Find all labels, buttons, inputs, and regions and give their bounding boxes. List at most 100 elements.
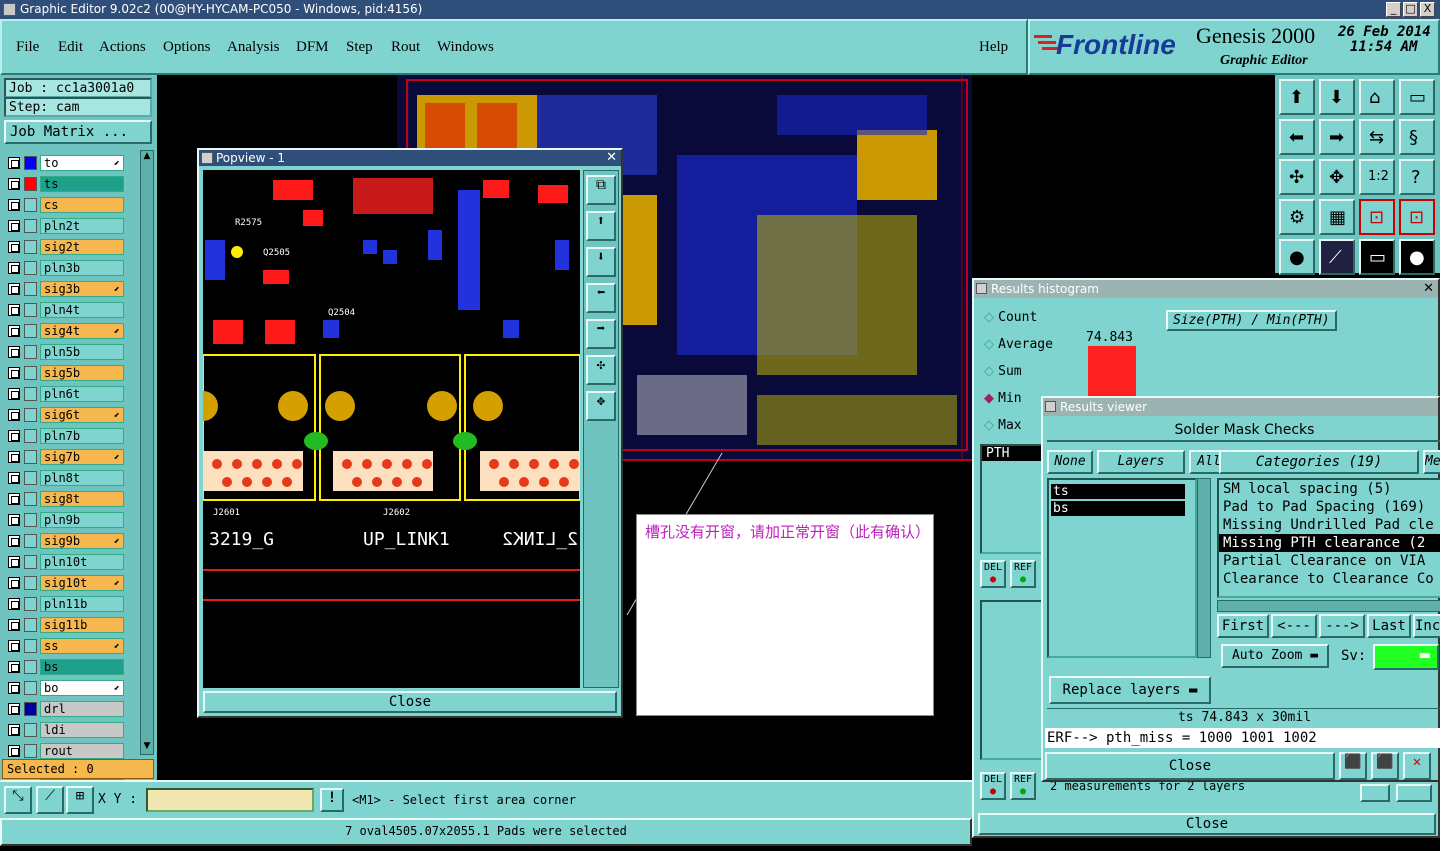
layer-checkbox[interactable] bbox=[8, 682, 20, 694]
alert-button[interactable]: ! bbox=[320, 788, 344, 812]
layer-color-swatch[interactable] bbox=[24, 408, 37, 422]
layer-checkbox[interactable] bbox=[8, 283, 20, 295]
layer-row[interactable]: ldi bbox=[8, 722, 126, 738]
layer-row[interactable]: pln10t bbox=[8, 554, 126, 570]
popview-pan-up-button[interactable]: ⬆ bbox=[586, 211, 616, 241]
settings-tool-button[interactable]: ⚙ bbox=[1279, 199, 1315, 235]
category-item[interactable]: Missing Undrilled Pad cle bbox=[1219, 516, 1440, 534]
right-tool-button[interactable]: ➡ bbox=[1319, 119, 1355, 155]
categories-button[interactable]: Categories (19) bbox=[1219, 450, 1419, 474]
layer-color-swatch[interactable] bbox=[24, 660, 37, 674]
home-up-tool-button[interactable]: ⬆ bbox=[1279, 79, 1315, 115]
layer-checkbox[interactable] bbox=[8, 493, 20, 505]
layer-checkbox[interactable] bbox=[8, 661, 20, 673]
layer-row[interactable]: sig4t ⬋ bbox=[8, 323, 126, 339]
sv-selector[interactable]: ▬ bbox=[1373, 644, 1439, 670]
layer-row[interactable]: pln6t bbox=[8, 386, 126, 402]
delete-result-button[interactable]: ✕ bbox=[1403, 752, 1431, 780]
measure-button[interactable]: Me bbox=[1423, 450, 1440, 474]
layer-name[interactable]: sig8t bbox=[40, 491, 124, 507]
measure-tool-button[interactable]: ⟋ bbox=[36, 786, 64, 814]
grid-tool-button[interactable]: ▦ bbox=[1319, 199, 1355, 235]
layer-row[interactable]: pln3b bbox=[8, 260, 126, 276]
layer-color-swatch[interactable] bbox=[24, 303, 37, 317]
layer-name[interactable]: ldi bbox=[40, 722, 124, 738]
next-button[interactable]: ---> bbox=[1319, 614, 1365, 638]
layer-name[interactable]: pln8t bbox=[40, 470, 124, 486]
layer-name[interactable]: pln9b bbox=[40, 512, 124, 528]
layer-color-swatch[interactable] bbox=[24, 555, 37, 569]
layer-row[interactable]: sig6t ⬋ bbox=[8, 407, 126, 423]
layer-color-swatch[interactable] bbox=[24, 597, 37, 611]
layer-color-swatch[interactable] bbox=[24, 345, 37, 359]
layer-row[interactable]: pln7b bbox=[8, 428, 126, 444]
xy-input[interactable] bbox=[146, 788, 314, 812]
popview-pan-left-button[interactable]: ⬅ bbox=[586, 283, 616, 313]
layer-color-swatch[interactable] bbox=[24, 492, 37, 506]
layer-name[interactable]: sig9b ⬋ bbox=[40, 533, 124, 549]
layer-name[interactable]: sig11b bbox=[40, 617, 124, 633]
layer-name[interactable]: ss ⬋ bbox=[40, 638, 124, 654]
popview-close-icon[interactable]: ✕ bbox=[606, 150, 617, 166]
close-window-button[interactable]: X bbox=[1420, 2, 1435, 17]
layer-checkbox[interactable] bbox=[8, 346, 20, 358]
layer-color-swatch[interactable] bbox=[24, 156, 37, 170]
menu-actions[interactable]: Actions bbox=[99, 39, 146, 56]
layer-row[interactable]: sig2t bbox=[8, 239, 126, 255]
layer-color-swatch[interactable] bbox=[24, 576, 37, 590]
layer-name[interactable]: pln2t bbox=[40, 218, 124, 234]
viewer-close-button[interactable]: Close bbox=[1045, 752, 1335, 780]
layer-checkbox[interactable] bbox=[8, 556, 20, 568]
layer-color-swatch[interactable] bbox=[24, 744, 37, 758]
layer-row[interactable]: pln5b bbox=[8, 344, 126, 360]
layer-color-swatch[interactable] bbox=[24, 450, 37, 464]
layer-select-tool-button[interactable]: ⊡ bbox=[1359, 199, 1395, 235]
layer-list-scrollbar[interactable]: ▲ ▼ bbox=[140, 150, 154, 755]
layer-color-swatch[interactable] bbox=[24, 681, 37, 695]
maximize-button[interactable]: □ bbox=[1403, 2, 1418, 17]
layer-color-swatch[interactable] bbox=[24, 702, 37, 716]
menu-dfm[interactable]: DFM bbox=[296, 39, 329, 56]
layer-row[interactable]: pln9b bbox=[8, 512, 126, 528]
minimize-button[interactable]: _ bbox=[1386, 2, 1401, 17]
small-square-button-2[interactable] bbox=[1396, 784, 1432, 802]
category-item[interactable]: SM local spacing (5) bbox=[1219, 480, 1440, 498]
layer-checkbox[interactable] bbox=[8, 409, 20, 421]
layer-name[interactable]: sig10t ⬋ bbox=[40, 575, 124, 591]
option-count[interactable]: ◇ Count bbox=[984, 310, 1037, 325]
layer-row[interactable]: ss ⬋ bbox=[8, 638, 126, 654]
histogram-close-icon[interactable]: ✕ bbox=[1423, 280, 1434, 298]
layer-checkbox[interactable] bbox=[8, 430, 20, 442]
window-tool-button[interactable]: ▭ bbox=[1399, 79, 1435, 115]
snap-tool-button[interactable]: ● bbox=[1279, 239, 1315, 275]
layer-color-swatch[interactable] bbox=[24, 240, 37, 254]
layers-button[interactable]: Layers bbox=[1097, 450, 1185, 474]
layer-checkbox[interactable] bbox=[8, 199, 20, 211]
layer-checkbox[interactable] bbox=[8, 325, 20, 337]
del-button[interactable]: DEL ● bbox=[980, 560, 1006, 588]
histogram-list-2[interactable] bbox=[980, 600, 1044, 760]
menu-analysis[interactable]: Analysis bbox=[227, 39, 280, 56]
popview-zoom-out-button[interactable]: ✣ bbox=[586, 355, 616, 385]
menu-edit[interactable]: Edit bbox=[58, 39, 83, 56]
job-matrix-button[interactable]: Job Matrix ... bbox=[4, 120, 152, 144]
layer-color-swatch[interactable] bbox=[24, 282, 37, 296]
layer-checkbox[interactable] bbox=[8, 619, 20, 631]
del-button-2[interactable]: DEL ● bbox=[980, 772, 1006, 800]
ref-button[interactable]: REF ● bbox=[1010, 560, 1036, 588]
popview-pan-right-button[interactable]: ➡ bbox=[586, 319, 616, 349]
layer-name[interactable]: rout bbox=[40, 743, 124, 759]
layer-name[interactable]: pln5b bbox=[40, 344, 124, 360]
layer-name[interactable]: sig7b ⬋ bbox=[40, 449, 124, 465]
option-average[interactable]: ◇ Average bbox=[984, 337, 1053, 352]
layer-name[interactable]: pln10t bbox=[40, 554, 124, 570]
scale-tool-button[interactable]: 1:2 bbox=[1359, 159, 1395, 195]
prev-button[interactable]: <--- bbox=[1271, 614, 1317, 638]
layer-row[interactable]: cs bbox=[8, 197, 126, 213]
layer-checkbox[interactable] bbox=[8, 157, 20, 169]
layer-row[interactable]: sig10t ⬋ bbox=[8, 575, 126, 591]
popview-close-button[interactable]: Close bbox=[203, 691, 617, 713]
ref-button-2[interactable]: REF ● bbox=[1010, 772, 1036, 800]
layer-name[interactable]: sig2t bbox=[40, 239, 124, 255]
histogram-close-button[interactable]: Close bbox=[978, 813, 1436, 835]
